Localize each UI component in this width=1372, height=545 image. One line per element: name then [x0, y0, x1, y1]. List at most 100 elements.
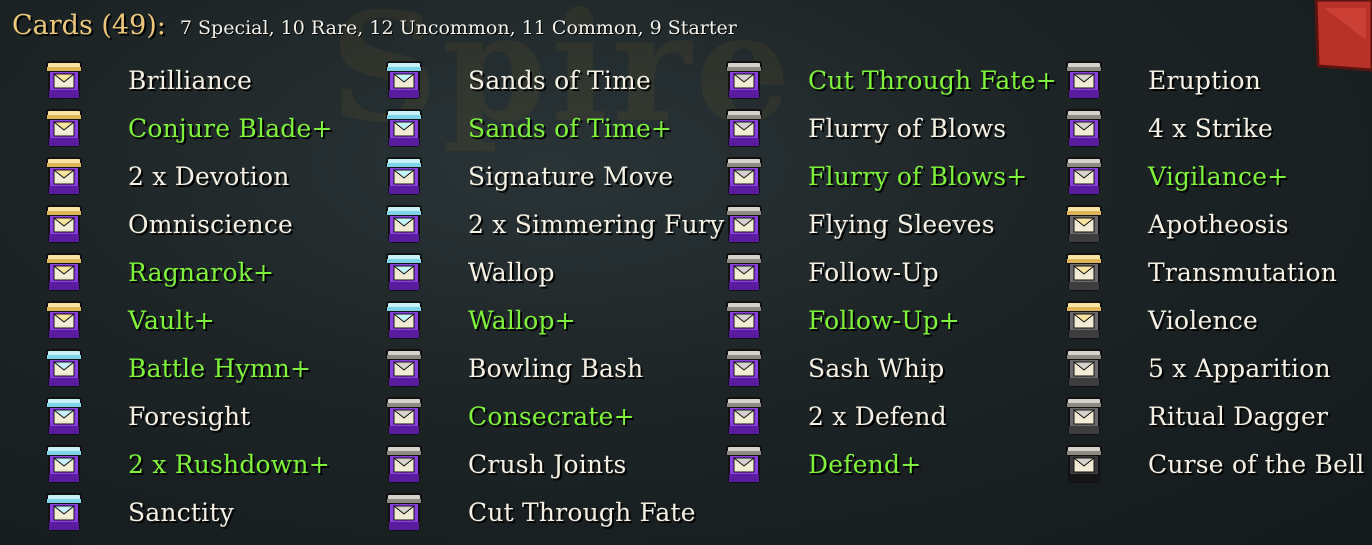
card-name: Sands of Time — [468, 65, 651, 95]
card-entry[interactable]: Violence — [1056, 296, 1372, 344]
card-name: Sanctity — [128, 497, 234, 527]
card-jar-icon — [386, 349, 422, 387]
card-name: 2 x Simmering Fury — [468, 209, 725, 239]
card-name: 2 x Rushdown+ — [128, 449, 330, 479]
card-column-1: Brilliance Conjure Blade+ 2 x Devotion Omni… — [36, 56, 366, 536]
card-name: Ritual Dagger — [1148, 401, 1329, 431]
card-entry[interactable]: Wallop — [376, 248, 706, 296]
card-jar-icon — [1066, 109, 1102, 147]
card-name: Flying Sleeves — [808, 209, 995, 239]
card-jar-icon — [46, 157, 82, 195]
card-entry[interactable]: 2 x Simmering Fury — [376, 200, 724, 248]
card-name: Wallop — [468, 257, 555, 287]
card-entry[interactable]: Sands of Time+ — [376, 104, 706, 152]
card-entry[interactable]: Vault+ — [36, 296, 366, 344]
card-name: Apotheosis — [1148, 209, 1289, 239]
card-name: Vigilance+ — [1148, 161, 1289, 191]
card-entry[interactable]: Omniscience — [36, 200, 366, 248]
card-entry[interactable]: Vigilance+ — [1056, 152, 1372, 200]
card-column-2: Sands of Time Sands of Time+ Signature Mov… — [376, 56, 724, 536]
card-jar-icon — [46, 445, 82, 483]
card-entry[interactable]: Conjure Blade+ — [36, 104, 366, 152]
card-jar-icon — [386, 301, 422, 339]
card-name: Violence — [1148, 305, 1258, 335]
card-name: Curse of the Bell — [1148, 449, 1365, 479]
card-entry[interactable]: Wallop+ — [376, 296, 706, 344]
card-jar-icon — [1066, 157, 1102, 195]
card-name: Eruption — [1148, 65, 1262, 95]
card-name: Crush Joints — [468, 449, 627, 479]
card-jar-icon — [386, 205, 422, 243]
card-entry[interactable]: Follow-Up — [716, 248, 1046, 296]
card-jar-icon — [726, 445, 762, 483]
card-name: 2 x Defend — [808, 401, 947, 431]
card-entry[interactable]: Flurry of Blows — [716, 104, 1046, 152]
card-entry[interactable]: Crush Joints — [376, 440, 706, 488]
card-entry[interactable]: Ritual Dagger — [1056, 392, 1372, 440]
card-name: Wallop+ — [468, 305, 576, 335]
card-entry[interactable]: 5 x Apparition — [1056, 344, 1372, 392]
card-entry[interactable]: Bowling Bash — [376, 344, 706, 392]
deck-header: Cards (49): 7 Special, 10 Rare, 12 Uncom… — [12, 10, 737, 50]
card-name: Bowling Bash — [468, 353, 644, 383]
card-name: Flurry of Blows+ — [808, 161, 1028, 191]
card-jar-icon — [46, 349, 82, 387]
card-entry[interactable]: 4 x Strike — [1056, 104, 1372, 152]
card-entry[interactable]: Battle Hymn+ — [36, 344, 366, 392]
card-jar-icon — [46, 493, 82, 531]
card-entry[interactable]: Transmutation — [1056, 248, 1372, 296]
card-entry[interactable]: Curse of the Bell — [1056, 440, 1372, 488]
card-column-4: Eruption 4 x Strike Vigilance+ Apotheosis Tr… — [1056, 56, 1372, 488]
card-jar-icon — [46, 301, 82, 339]
card-entry[interactable]: Sands of Time — [376, 56, 706, 104]
card-jar-icon — [726, 253, 762, 291]
card-jar-icon — [386, 61, 422, 99]
deck-title: Cards (49): — [12, 10, 166, 41]
card-entry[interactable]: Signature Move — [376, 152, 706, 200]
card-entry[interactable]: Cut Through Fate+ — [716, 56, 1057, 104]
card-entry[interactable]: Consecrate+ — [376, 392, 706, 440]
card-name: Sands of Time+ — [468, 113, 673, 143]
card-name: 4 x Strike — [1148, 113, 1273, 143]
card-jar-icon — [386, 109, 422, 147]
card-name: Omniscience — [128, 209, 294, 239]
card-jar-icon — [726, 157, 762, 195]
card-entry[interactable]: 2 x Rushdown+ — [36, 440, 366, 488]
card-entry[interactable]: Apotheosis — [1056, 200, 1372, 248]
card-entry[interactable]: Flurry of Blows+ — [716, 152, 1046, 200]
card-name: Battle Hymn+ — [128, 353, 312, 383]
card-name: Follow-Up — [808, 257, 939, 287]
card-jar-icon — [1066, 205, 1102, 243]
card-name: Cut Through Fate+ — [808, 65, 1057, 95]
card-entry[interactable]: Sanctity — [36, 488, 366, 536]
card-entry[interactable]: Cut Through Fate — [376, 488, 706, 536]
card-entry[interactable]: Brilliance — [36, 56, 366, 104]
card-entry[interactable]: Eruption — [1056, 56, 1372, 104]
card-entry[interactable]: Ragnarok+ — [36, 248, 366, 296]
card-entry[interactable]: 2 x Defend — [716, 392, 1046, 440]
card-jar-icon — [726, 349, 762, 387]
card-entry[interactable]: Follow-Up+ — [716, 296, 1046, 344]
card-jar-icon — [1066, 349, 1102, 387]
card-name: Transmutation — [1148, 257, 1338, 287]
card-jar-icon — [1066, 301, 1102, 339]
card-entry[interactable]: Defend+ — [716, 440, 1046, 488]
card-jar-icon — [726, 109, 762, 147]
card-entry[interactable]: Flying Sleeves — [716, 200, 1046, 248]
card-name: 5 x Apparition — [1148, 353, 1331, 383]
card-jar-icon — [386, 397, 422, 435]
card-jar-icon — [386, 445, 422, 483]
card-entry[interactable]: 2 x Devotion — [36, 152, 366, 200]
card-name: Cut Through Fate — [468, 497, 696, 527]
card-name: Defend+ — [808, 449, 922, 479]
card-name: Ragnarok+ — [128, 257, 275, 287]
card-name: Follow-Up+ — [808, 305, 960, 335]
card-jar-icon — [46, 61, 82, 99]
card-entry[interactable]: Foresight — [36, 392, 366, 440]
card-entry[interactable]: Sash Whip — [716, 344, 1046, 392]
card-jar-icon — [46, 109, 82, 147]
card-jar-icon — [726, 61, 762, 99]
deck-summary: 7 Special, 10 Rare, 12 Uncommon, 11 Comm… — [179, 17, 737, 39]
card-jar-icon — [46, 397, 82, 435]
card-jar-icon — [726, 301, 762, 339]
